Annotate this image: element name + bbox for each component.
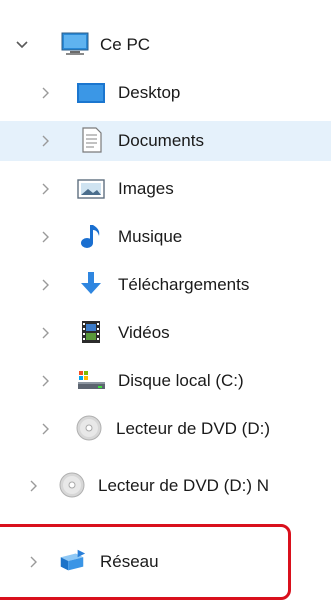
chevron-right-icon[interactable]	[38, 326, 52, 340]
chevron-right-icon[interactable]	[26, 479, 40, 493]
tree-item-images[interactable]: Images	[0, 169, 331, 209]
tree-item-ce-pc[interactable]: Ce PC	[0, 25, 331, 65]
desktop-folder-icon	[76, 80, 106, 106]
chevron-right-icon[interactable]	[38, 182, 52, 196]
tree-item-label: Documents	[118, 131, 204, 150]
chevron-right-icon[interactable]	[38, 422, 52, 436]
tree-item-label: Ce PC	[100, 35, 151, 54]
tree-item-disque-local-c[interactable]: Disque local (C:)	[0, 361, 331, 401]
tree-item-label: Images	[118, 179, 174, 198]
highlight-outline	[0, 524, 291, 600]
dvd-drive-icon	[57, 472, 87, 498]
chevron-right-icon[interactable]	[38, 278, 52, 292]
chevron-right-icon[interactable]	[38, 374, 52, 388]
tree-item-documents[interactable]: Documents	[0, 121, 331, 161]
tree-item-videos[interactable]: Vidéos	[0, 313, 331, 353]
monitor-icon	[60, 31, 90, 57]
chevron-right-icon[interactable]	[38, 86, 52, 100]
downloads-icon	[76, 271, 106, 297]
tree-item-label: Musique	[118, 227, 183, 246]
videos-icon	[76, 319, 106, 345]
tree-item-label: Lecteur de DVD (D:) N	[98, 476, 269, 495]
chevron-right-icon[interactable]	[38, 134, 52, 148]
dvd-drive-icon	[74, 415, 104, 441]
tree-item-dvd-drive-nested[interactable]: Lecteur de DVD (D:)	[0, 409, 331, 449]
music-icon	[76, 223, 106, 249]
tree-item-label: Téléchargements	[118, 275, 250, 294]
tree-item-telechargements[interactable]: Téléchargements	[0, 265, 331, 305]
local-disk-icon	[76, 368, 106, 394]
documents-icon	[76, 127, 106, 153]
tree-item-dvd-drive[interactable]: Lecteur de DVD (D:) N	[0, 466, 331, 506]
chevron-right-icon[interactable]	[38, 230, 52, 244]
tree-item-label: Disque local (C:)	[118, 371, 244, 390]
images-icon	[76, 176, 106, 202]
tree-item-musique[interactable]: Musique	[0, 217, 331, 257]
tree-item-label: Lecteur de DVD (D:)	[116, 419, 270, 438]
tree-item-label: Desktop	[118, 83, 181, 102]
chevron-down-icon[interactable]	[15, 38, 29, 52]
tree-item-desktop[interactable]: Desktop	[0, 73, 331, 113]
tree-item-label: Vidéos	[118, 323, 170, 342]
